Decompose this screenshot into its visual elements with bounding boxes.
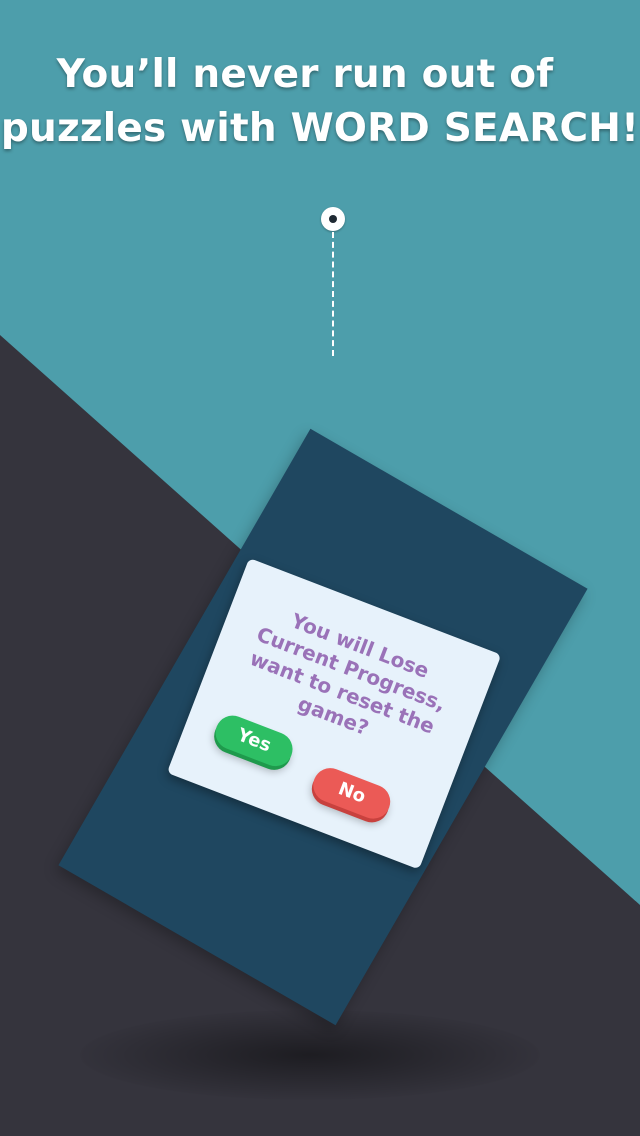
no-button[interactable]: No (308, 763, 396, 824)
hanging-pin-icon (321, 207, 345, 231)
pin-center-dot (329, 215, 337, 223)
headline-line-2: puzzles with WORD SEARCH! (0, 106, 640, 151)
yes-button[interactable]: Yes (210, 710, 298, 772)
promo-headline: You’ll never run out of puzzles with WOR… (0, 48, 640, 156)
headline-line-1: You’ll never run out of (56, 52, 554, 97)
card-shadow (80, 1010, 540, 1100)
reset-game-dialog: You will Lose Current Progress, want to … (166, 558, 502, 870)
hanging-string (332, 232, 334, 356)
